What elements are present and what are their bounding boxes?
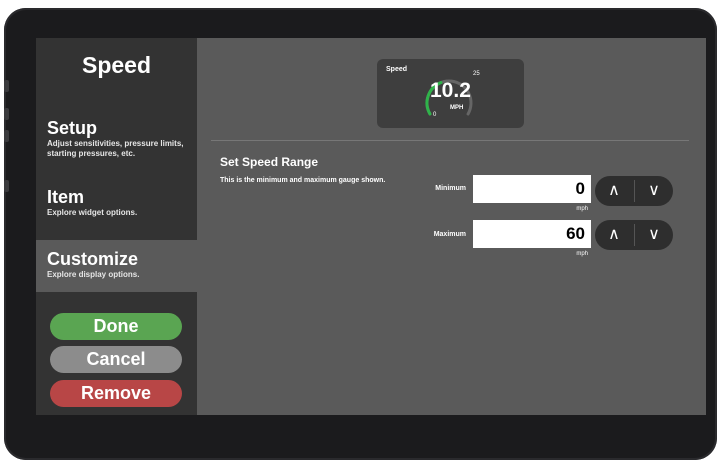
decrement-button[interactable]: ∨ [635, 220, 673, 250]
gauge-unit: MPH [450, 105, 464, 111]
maximum-unit: mph [576, 251, 588, 257]
sidebar: Speed Setup Adjust sensitivities, pressu… [36, 38, 197, 415]
sidebar-item-label: Setup [47, 118, 98, 138]
side-button [4, 180, 9, 192]
sidebar-item-item[interactable]: Item Explore widget options. [36, 187, 197, 229]
done-button[interactable]: Done [50, 313, 182, 340]
gauge-preview: Speed 25 10.2 MPH 0 [377, 59, 524, 128]
gauge-max: 25 [473, 71, 480, 77]
maximum-stepper[interactable]: ∧ ∨ [595, 220, 673, 250]
divider [211, 140, 689, 141]
sidebar-item-desc: Explore display options. [47, 270, 140, 279]
decrement-button[interactable]: ∨ [635, 176, 673, 206]
minimum-unit: mph [576, 206, 588, 212]
minimum-stepper[interactable]: ∧ ∨ [595, 176, 673, 206]
side-button [4, 80, 9, 92]
increment-button[interactable]: ∧ [595, 220, 633, 250]
sidebar-item-desc: Adjust sensitivities, pressure limits, s… [47, 139, 184, 158]
gauge-value: 10.2 [430, 79, 471, 102]
sidebar-item-label: Customize [47, 249, 139, 269]
cancel-button[interactable]: Cancel [50, 346, 182, 373]
maximum-label: Maximum [433, 231, 466, 238]
remove-button[interactable]: Remove [50, 380, 182, 407]
sidebar-item-customize[interactable]: Customize Explore display options. [36, 240, 197, 292]
side-button [4, 130, 9, 142]
sidebar-item-setup[interactable]: Setup Adjust sensitivities, pressure lim… [36, 118, 197, 170]
screen: Speed Setup Adjust sensitivities, pressu… [36, 38, 706, 415]
minimum-label: Minimum [435, 185, 466, 192]
increment-button[interactable]: ∧ [595, 176, 633, 206]
sidebar-item-label: Item [47, 187, 85, 207]
page-title: Speed [81, 52, 152, 78]
section-description: This is the minimum and maximum gauge sh… [220, 177, 386, 184]
section-title: Set Speed Range [220, 155, 319, 169]
gauge-min: 0 [433, 112, 437, 118]
side-button [4, 108, 9, 120]
sidebar-item-desc: Explore widget options. [47, 208, 138, 217]
maximum-field[interactable] [473, 220, 591, 248]
minimum-field[interactable] [473, 175, 591, 203]
